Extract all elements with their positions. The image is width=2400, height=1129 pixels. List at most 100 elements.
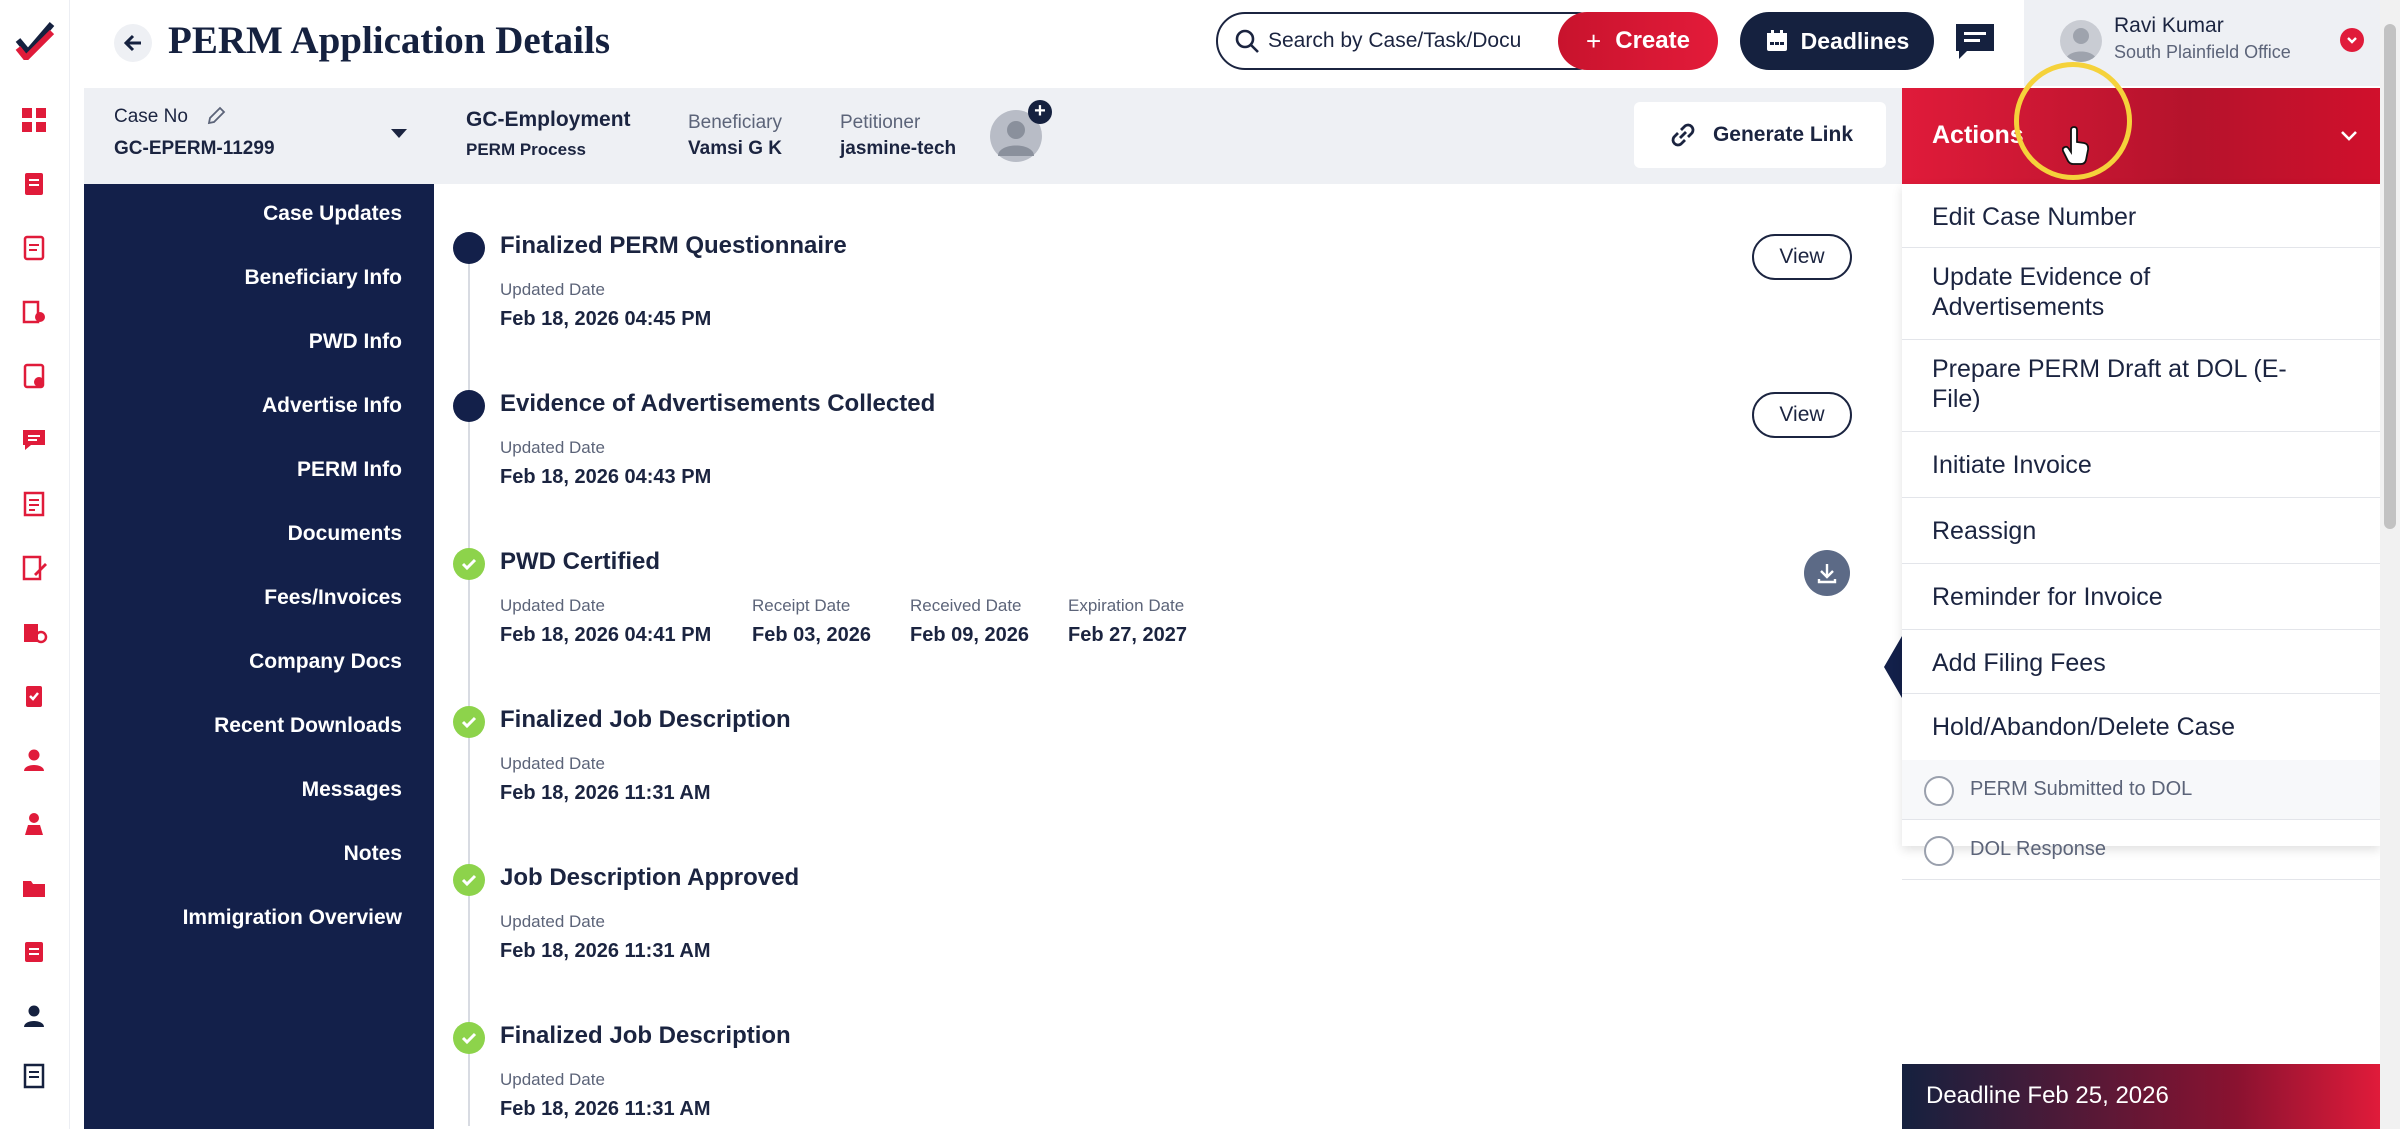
case-info-bar: Case No GC-EPERM-11299 GC-Employment PER… [84, 88, 1902, 184]
nav-item-notes[interactable]: Notes [344, 842, 402, 866]
chat-icon[interactable] [18, 424, 50, 456]
pencil-icon[interactable] [206, 106, 226, 126]
scrollbar-thumb[interactable] [2384, 24, 2396, 529]
menu-item-reminder-for-invoice[interactable]: Reminder for Invoice [1902, 564, 2380, 630]
timeline-line [468, 246, 470, 1126]
hand-pointer-icon [2062, 126, 2090, 165]
generate-link-label: Generate Link [1712, 123, 1854, 146]
petitioner-name: jasmine-tech [840, 138, 957, 159]
check-circle-icon [453, 1022, 485, 1054]
menu-item-update-evidence[interactable]: Update Evidence of Advertisements [1902, 248, 2380, 340]
user-avatar [2060, 20, 2102, 62]
search-icon [1235, 29, 1259, 53]
radio-circle-icon [1924, 836, 1954, 866]
employee-icon[interactable] [18, 808, 50, 840]
plus-icon: + [1586, 25, 1602, 56]
company-settings-icon[interactable] [18, 616, 50, 648]
download-button[interactable] [1804, 550, 1850, 596]
user-office: South Plainfield Office [2114, 42, 2291, 62]
case-side-nav: Case Updates Beneficiary Info PWD Info A… [84, 184, 434, 1129]
menu-item-hold-abandon-delete[interactable]: Hold/Abandon/Delete Case [1902, 694, 2380, 760]
deadline-text: Deadline Feb 25, 2026 [1926, 1082, 2169, 1109]
updated-date-value: Feb 18, 2026 11:31 AM [500, 1098, 711, 1120]
edit-document-icon[interactable] [18, 552, 50, 584]
nav-item-messages[interactable]: Messages [302, 778, 402, 802]
calendar-icon [1766, 30, 1787, 51]
chevron-down-icon [2341, 131, 2357, 141]
search-box[interactable] [1216, 12, 1606, 70]
search-input[interactable] [1268, 29, 1588, 53]
message-icon [1956, 24, 1994, 59]
menu-item-initiate-invoice[interactable]: Initiate Invoice [1902, 432, 2380, 498]
step-dol-response[interactable]: DOL Response [1902, 820, 2380, 880]
actions-title: Actions [1932, 121, 2024, 149]
user-name: Ravi Kumar [2114, 14, 2224, 37]
view-button[interactable]: View [1752, 234, 1852, 280]
deadlines-button[interactable]: Deadlines [1740, 12, 1934, 70]
documents-icon[interactable] [18, 232, 50, 264]
profile-icon[interactable] [18, 1000, 50, 1032]
nav-item-advertise-info[interactable]: Advertise Info [262, 394, 402, 418]
nav-item-immigration-overview[interactable]: Immigration Overview [183, 906, 402, 930]
building-icon[interactable] [18, 296, 50, 328]
updated-date-value: Feb 18, 2026 11:31 AM [500, 782, 711, 804]
link-icon [1671, 123, 1695, 147]
nav-item-perm-info[interactable]: PERM Info [297, 458, 402, 482]
case-type-sub: PERM Process [466, 140, 586, 159]
note-icon[interactable] [18, 936, 50, 968]
nav-item-pwd-info[interactable]: PWD Info [309, 330, 402, 354]
download-icon [1817, 564, 1837, 584]
check-circle-icon [453, 548, 485, 580]
radio-circle-icon [1924, 776, 1954, 806]
app-logo-icon[interactable] [14, 18, 56, 60]
cases-icon[interactable] [18, 168, 50, 200]
page-title: PERM Application Details [168, 19, 611, 62]
forms-icon[interactable] [18, 360, 50, 392]
updated-date-label: Updated Date [500, 754, 605, 773]
timeline-dot-pending [453, 232, 485, 264]
expiration-date-label: Expiration Date [1068, 596, 1185, 615]
nav-item-recent-downloads[interactable]: Recent Downloads [214, 714, 402, 738]
menu-item-reassign[interactable]: Reassign [1902, 498, 2380, 564]
updated-date-value: Feb 18, 2026 04:45 PM [500, 308, 712, 330]
generate-link-button[interactable]: Generate Link [1634, 102, 1886, 168]
view-button[interactable]: View [1752, 392, 1852, 438]
report-icon[interactable] [18, 1060, 50, 1092]
ledger-icon[interactable] [18, 488, 50, 520]
beneficiary-label: Beneficiary [688, 112, 782, 133]
create-button[interactable]: + Create [1558, 12, 1718, 70]
messages-button[interactable] [1950, 18, 2000, 64]
arrow-left-icon [123, 34, 141, 52]
updated-date-label: Updated Date [500, 1070, 605, 1089]
received-date-value: Feb 09, 2026 [910, 624, 1029, 646]
app-icon-rail [0, 0, 70, 1129]
updated-date-value: Feb 18, 2026 11:31 AM [500, 940, 711, 962]
nav-item-documents[interactable]: Documents [288, 522, 402, 546]
menu-item-add-filing-fees[interactable]: Add Filing Fees [1902, 630, 2380, 694]
menu-item-edit-case-number[interactable]: Edit Case Number [1902, 184, 2380, 248]
updated-date-label: Updated Date [500, 280, 605, 299]
clipboard-check-icon[interactable] [18, 680, 50, 712]
timeline-dot-pending [453, 390, 485, 422]
actions-panel: Actions Edit Case Number Update Evidence… [1902, 62, 2380, 1129]
panel-toggle-handle[interactable] [1884, 636, 1902, 698]
chevron-down-icon[interactable] [2340, 28, 2364, 52]
beneficiary-name: Vamsi G K [688, 138, 782, 159]
nav-item-case-updates[interactable]: Case Updates [263, 202, 402, 226]
actions-dropdown-header[interactable]: Actions [1902, 62, 2380, 184]
nav-item-fees-invoices[interactable]: Fees/Invoices [264, 586, 402, 610]
case-number: GC-EPERM-11299 [114, 138, 275, 159]
add-plus-icon[interactable]: + [1028, 100, 1052, 124]
folder-icon[interactable] [18, 872, 50, 904]
back-button[interactable] [114, 24, 152, 62]
step-perm-submitted[interactable]: PERM Submitted to DOL [1902, 760, 2380, 820]
timeline-entry-title: Evidence of Advertisements Collected [500, 390, 936, 417]
menu-item-prepare-perm-draft[interactable]: Prepare PERM Draft at DOL (E-File) [1902, 340, 2380, 432]
user-icon[interactable] [18, 744, 50, 776]
updated-date-label: Updated Date [500, 912, 605, 931]
page-scrollbar[interactable] [2380, 0, 2400, 1129]
nav-item-beneficiary-info[interactable]: Beneficiary Info [244, 266, 402, 290]
case-dropdown-caret-icon[interactable] [390, 128, 408, 140]
dashboard-icon[interactable] [18, 104, 50, 136]
nav-item-company-docs[interactable]: Company Docs [249, 650, 402, 674]
